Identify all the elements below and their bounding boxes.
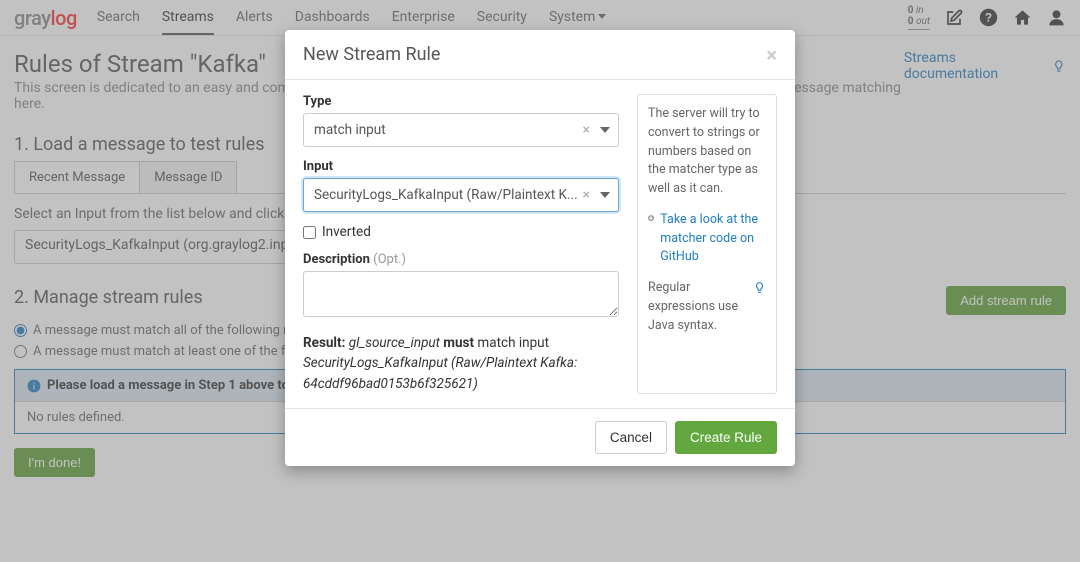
type-select[interactable]: match input × [303, 113, 619, 147]
clear-icon[interactable]: × [583, 187, 590, 203]
clear-icon[interactable]: × [583, 122, 590, 138]
description-textarea[interactable] [303, 271, 619, 317]
matcher-code-link[interactable]: Take a look at the matcher code on GitHu… [660, 211, 766, 267]
close-icon[interactable]: × [766, 45, 777, 65]
input-label: Input [303, 159, 619, 174]
modal-overlay: New Stream Rule × Type match input × Inp… [0, 0, 1080, 562]
result-preview: Result: gl_source_input must match input… [303, 333, 619, 394]
new-stream-rule-modal: New Stream Rule × Type match input × Inp… [285, 30, 795, 466]
cancel-button[interactable]: Cancel [595, 421, 667, 454]
chevron-down-icon [598, 122, 610, 138]
input-select[interactable]: SecurityLogs_KafkaInput (Raw/Plaintext K… [303, 178, 619, 212]
chevron-down-icon [598, 187, 610, 203]
lightbulb-icon [753, 281, 766, 294]
github-icon [648, 211, 654, 225]
type-label: Type [303, 94, 619, 109]
create-rule-button[interactable]: Create Rule [675, 421, 777, 454]
inverted-checkbox[interactable]: Inverted [303, 224, 619, 240]
modal-title: New Stream Rule [303, 44, 440, 65]
description-label: Description (Opt.) [303, 252, 619, 267]
help-sidebar: The server will try to convert to string… [637, 94, 777, 394]
